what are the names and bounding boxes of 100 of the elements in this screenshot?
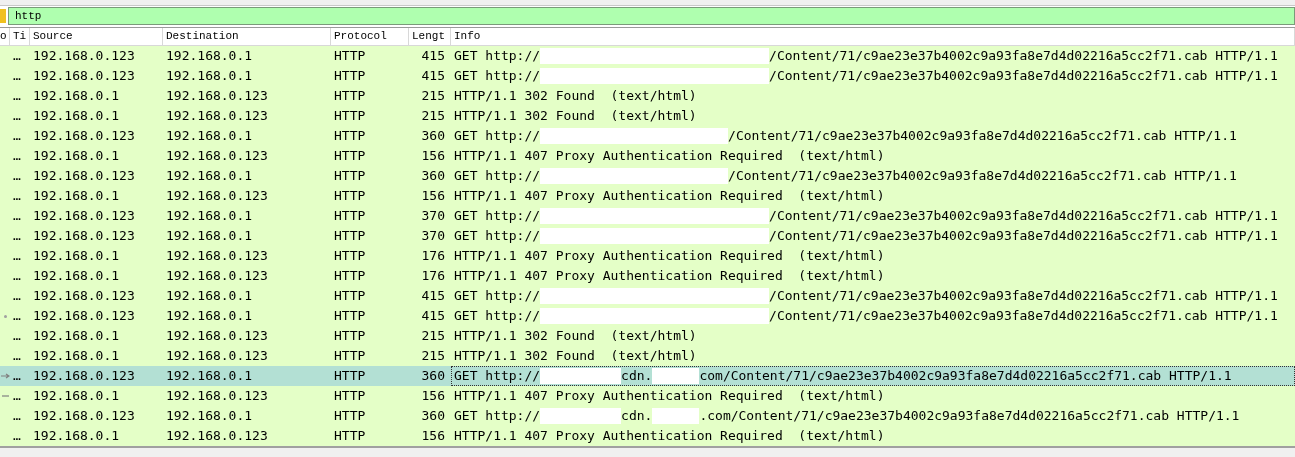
packet-row[interactable]: … 192.168.0.123 192.168.0.1 HTTP 360 GET http:// cdn. .com/Content/71/c9ae23e37b4002c9a93fa8e7d4d02216a5cc2f71.cab HTTP/1.1 xyxy=(0,406,1295,426)
packet-row[interactable]: … 192.168.0.1 192.168.0.123 HTTP 215 HTTP/1.1 302 Found (text/html) xyxy=(0,106,1295,126)
table-cell-text: HTTP xyxy=(333,87,367,105)
info-text: HTTP/1.1 407 Proxy Authentication Required (text/html) xyxy=(454,187,885,205)
table-cell-text: 192.168.0.123 xyxy=(32,287,136,305)
table-cell-text: … xyxy=(12,307,22,325)
table-cell-text: 192.168.0.123 xyxy=(165,187,269,205)
packet-row[interactable]: … 192.168.0.1 192.168.0.123 HTTP 215 HTTP/1.1 302 Found (text/html) xyxy=(0,346,1295,366)
table-cell-text: … xyxy=(12,187,22,205)
packet-row[interactable]: … 192.168.0.123 192.168.0.1 HTTP 360 GET http:// /Content/71/c9ae23e37b4002c9a93fa8e7d4d02216a5cc2f71.cab HTTP/1.1 xyxy=(0,126,1295,146)
info-text: cdn. xyxy=(621,367,653,385)
table-cell-text: 360 xyxy=(420,367,446,385)
table-cell-text: 192.168.0.123 xyxy=(32,207,136,225)
info-text: HTTP/1.1 407 Proxy Authentication Required (text/html) xyxy=(454,247,885,265)
table-cell-text: 192.168.0.123 xyxy=(165,87,269,105)
table-cell-text: 192.168.0.1 xyxy=(165,407,254,425)
packet-row[interactable]: … 192.168.0.1 192.168.0.123 HTTP 156 HTTP/1.1 407 Proxy Authentication Required (text/html) xyxy=(0,146,1295,166)
table-cell-text: 192.168.0.1 xyxy=(165,127,254,145)
info-text: GET http:// xyxy=(454,227,541,245)
dot-icon xyxy=(3,314,7,318)
packet-row[interactable]: … 192.168.0.1 192.168.0.123 HTTP 156 HTTP/1.1 407 Proxy Authentication Required (text/html) xyxy=(0,426,1295,446)
info-text: HTTP/1.1 407 Proxy Authentication Required (text/html) xyxy=(454,147,885,165)
table-cell-text: 415 xyxy=(420,307,446,325)
table-cell-text: HTTP xyxy=(333,127,367,145)
table-cell-text: 192.168.0.123 xyxy=(165,247,269,265)
table-cell-text: … xyxy=(12,347,22,365)
info-text: GET http:// xyxy=(454,287,541,305)
packet-row[interactable]: … 192.168.0.1 192.168.0.123 HTTP 176 HTTP/1.1 407 Proxy Authentication Required (text/html) xyxy=(0,266,1295,286)
packet-row[interactable]: … 192.168.0.123 192.168.0.1 HTTP 370 GET http:// /Content/71/c9ae23e37b4002c9a93fa8e7d4d02216a5cc2f71.cab HTTP/1.1 xyxy=(0,226,1295,246)
column-header[interactable]: Info xyxy=(451,28,1295,45)
packet-row[interactable]: … 192.168.0.123 192.168.0.1 HTTP 360 GET http:// /Content/71/c9ae23e37b4002c9a93fa8e7d4d02216a5cc2f71.cab HTTP/1.1 xyxy=(0,166,1295,186)
info-text: com/Content/71/c9ae23e37b4002c9a93fa8e7d4d02216a5cc2f71.cab HTTP/1.1 xyxy=(699,367,1232,385)
display-filter-field[interactable]: http xyxy=(8,7,1295,25)
redaction-mark xyxy=(652,368,700,384)
bookmark-icon[interactable] xyxy=(0,7,6,25)
table-cell-text: 415 xyxy=(420,67,446,85)
table-cell-text: 192.168.0.123 xyxy=(32,407,136,425)
column-header[interactable]: o xyxy=(0,28,10,45)
info-text: GET http:// xyxy=(454,67,541,85)
table-cell-text: 192.168.0.1 xyxy=(165,207,254,225)
info-text: GET http:// xyxy=(454,367,541,385)
table-cell-text: 192.168.0.1 xyxy=(32,147,121,165)
packet-row[interactable]: … 192.168.0.1 192.168.0.123 HTTP 176 HTTP/1.1 407 Proxy Authentication Required (text/html) xyxy=(0,246,1295,266)
table-cell-text: 192.168.0.1 xyxy=(165,227,254,245)
info-text: GET http:// xyxy=(454,307,541,325)
table-cell-text: 192.168.0.1 xyxy=(32,327,121,345)
table-cell-text: 192.168.0.1 xyxy=(32,107,121,125)
packet-row[interactable]: … 192.168.0.1 192.168.0.123 HTTP 215 HTTP/1.1 302 Found (text/html) xyxy=(0,326,1295,346)
table-cell-text: HTTP xyxy=(333,107,367,125)
info-text: GET http:// xyxy=(454,167,541,185)
info-text: HTTP/1.1 407 Proxy Authentication Required (text/html) xyxy=(454,267,885,285)
table-cell-text: 192.168.0.123 xyxy=(32,167,136,185)
info-text: /Content/71/c9ae23e37b4002c9a93fa8e7d4d02216a5cc2f71.cab HTTP/1.1 xyxy=(728,127,1237,145)
column-header[interactable]: Ti xyxy=(10,28,30,45)
column-header[interactable]: Destination xyxy=(163,28,331,45)
table-cell-text: 370 xyxy=(420,227,446,245)
table-cell-text: 192.168.0.123 xyxy=(32,127,136,145)
table-cell-text: 192.168.0.123 xyxy=(165,327,269,345)
table-cell-text: 156 xyxy=(420,427,446,445)
table-cell-text: 192.168.0.1 xyxy=(32,387,121,405)
column-header[interactable]: Source xyxy=(30,28,163,45)
table-cell-text: 192.168.0.1 xyxy=(32,347,121,365)
info-text: HTTP/1.1 302 Found (text/html) xyxy=(454,107,697,125)
packet-row[interactable]: … 192.168.0.123 192.168.0.1 HTTP 415 GET http:// /Content/71/c9ae23e37b4002c9a93fa8e7d4d02216a5cc2f71.cab HTTP/1.1 xyxy=(0,66,1295,86)
packet-row[interactable]: … 192.168.0.1 192.168.0.123 HTTP 215 HTTP/1.1 302 Found (text/html) xyxy=(0,86,1295,106)
table-cell-text: 192.168.0.1 xyxy=(165,367,254,385)
column-header[interactable]: Lengt xyxy=(409,28,451,45)
table-cell-text: … xyxy=(12,247,22,265)
info-text: GET http:// xyxy=(454,127,541,145)
table-cell-text: … xyxy=(12,207,22,225)
table-cell-text: 192.168.0.1 xyxy=(165,287,254,305)
packet-row[interactable]: … 192.168.0.1 192.168.0.123 HTTP 156 HTTP/1.1 407 Proxy Authentication Required (text/html) xyxy=(0,386,1295,406)
info-text: /Content/71/c9ae23e37b4002c9a93fa8e7d4d02216a5cc2f71.cab HTTP/1.1 xyxy=(769,227,1278,245)
table-cell-text: HTTP xyxy=(333,67,367,85)
selected-packet-row[interactable]: … 192.168.0.123 192.168.0.1 HTTP 360 GET http:// cdn. com/Content/71/c9ae23e37b4002c9a93fa8e7d4d02216a5cc2f71.cab HTTP/1.1 xyxy=(0,366,1295,386)
info-text: cdn. xyxy=(621,407,653,425)
redaction-mark xyxy=(652,408,700,424)
column-header[interactable]: Protocol xyxy=(331,28,409,45)
table-cell-text: … xyxy=(12,267,22,285)
table-cell-text: 192.168.0.123 xyxy=(165,427,269,445)
table-cell-text: 192.168.0.1 xyxy=(32,187,121,205)
table-cell-text: HTTP xyxy=(333,147,367,165)
table-cell-text: 192.168.0.123 xyxy=(32,227,136,245)
table-cell-text: 156 xyxy=(420,187,446,205)
table-cell-text: … xyxy=(12,127,22,145)
packet-row[interactable]: … 192.168.0.123 192.168.0.1 HTTP 415 GET http:// /Content/71/c9ae23e37b4002c9a93fa8e7d4d02216a5cc2f71.cab HTTP/1.1 xyxy=(0,46,1295,66)
info-text: GET http:// xyxy=(454,47,541,65)
table-cell-text: 192.168.0.1 xyxy=(32,267,121,285)
packet-row[interactable]: … 192.168.0.1 192.168.0.123 HTTP 156 HTTP/1.1 407 Proxy Authentication Required (text/html) xyxy=(0,186,1295,206)
packet-row[interactable]: … 192.168.0.123 192.168.0.1 HTTP 370 GET http:// /Content/71/c9ae23e37b4002c9a93fa8e7d4d02216a5cc2f71.cab HTTP/1.1 xyxy=(0,206,1295,226)
table-cell-text: HTTP xyxy=(333,207,367,225)
table-cell-text: HTTP xyxy=(333,47,367,65)
table-cell-text: 192.168.0.1 xyxy=(165,47,254,65)
table-cell-text: … xyxy=(12,107,22,125)
info-text: GET http:// xyxy=(454,207,541,225)
packet-row[interactable]: … 192.168.0.123 192.168.0.1 HTTP 415 GET http:// /Content/71/c9ae23e37b4002c9a93fa8e7d4d02216a5cc2f71.cab HTTP/1.1 xyxy=(0,306,1295,326)
table-cell-text: 192.168.0.1 xyxy=(165,307,254,325)
table-cell-text: 215 xyxy=(420,87,446,105)
packet-row[interactable]: … 192.168.0.123 192.168.0.1 HTTP 415 GET http:// /Content/71/c9ae23e37b4002c9a93fa8e7d4d02216a5cc2f71.cab HTTP/1.1 xyxy=(0,286,1295,306)
table-cell-text: 415 xyxy=(420,287,446,305)
